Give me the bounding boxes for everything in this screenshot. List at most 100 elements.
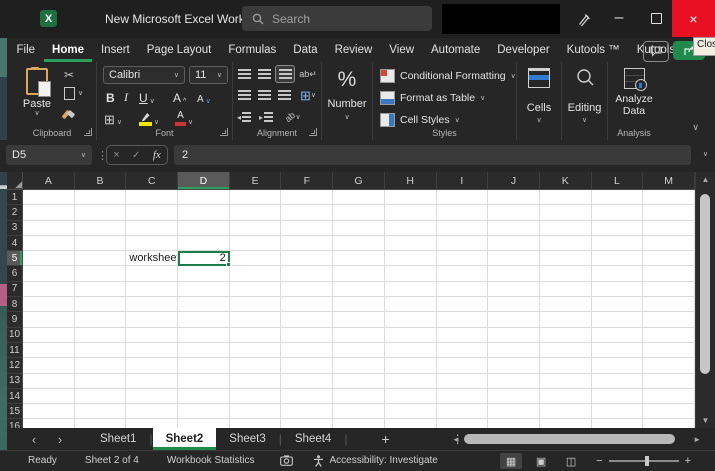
middle-align-button[interactable] [255,66,273,82]
cell-H8[interactable] [385,297,437,312]
cell-C12[interactable] [126,358,178,373]
cell-E12[interactable] [230,358,282,373]
bold-button[interactable]: B [106,89,115,105]
cell-F13[interactable] [281,374,333,389]
horizontal-scrollbar[interactable]: ◄ ► [452,432,701,446]
tab-insert[interactable]: Insert [92,38,138,62]
zoom-slider-thumb[interactable] [645,456,649,466]
enter-icon[interactable]: ✓ [132,150,140,161]
align-left-button[interactable] [235,87,253,103]
center-button[interactable] [255,87,273,103]
cell-A2[interactable] [23,205,75,220]
cell-D12[interactable] [178,358,230,373]
cell-J2[interactable] [488,205,540,220]
cell-M10[interactable] [643,328,695,343]
conditional-formatting-button[interactable]: Conditional Formatting ∨ [380,69,516,83]
column-header-E[interactable]: E [230,172,282,189]
cell-J15[interactable] [488,404,540,419]
row-header-5[interactable]: 5 [7,251,23,266]
cell-L14[interactable] [592,389,644,404]
cell-B8[interactable] [75,297,127,312]
row-header-11[interactable]: 11 [7,343,23,358]
cell-F12[interactable] [281,358,333,373]
cell-H7[interactable] [385,282,437,297]
row-header-4[interactable]: 4 [7,236,23,251]
cell-A1[interactable] [23,190,75,205]
cell-J6[interactable] [488,266,540,281]
cell-L9[interactable] [592,312,644,327]
analyze-data-label[interactable]: Analyze Data [608,93,660,117]
column-header-D[interactable]: D [178,172,230,189]
cell-B9[interactable] [75,312,127,327]
cell-M14[interactable] [643,389,695,404]
cell-I8[interactable] [437,297,489,312]
cell-E15[interactable] [230,404,282,419]
cell-G3[interactable] [333,221,385,236]
name-box[interactable]: D5 ∨ [6,145,92,165]
cell-C2[interactable] [126,205,178,220]
cell-H6[interactable] [385,266,437,281]
cell-E1[interactable] [230,190,282,205]
cell-B3[interactable] [75,221,127,236]
cell-E11[interactable] [230,343,282,358]
cell-E5[interactable] [230,251,282,266]
cell-E6[interactable] [230,266,282,281]
cell-I3[interactable] [437,221,489,236]
zoom-out-button[interactable]: − [596,455,602,467]
cell-G6[interactable] [333,266,385,281]
scroll-right-icon[interactable]: ► [693,435,701,444]
cell-L15[interactable] [592,404,644,419]
cell-H15[interactable] [385,404,437,419]
cell-D4[interactable] [178,236,230,251]
insert-function-icon[interactable]: fx [153,149,161,161]
comments-button[interactable] [643,41,669,62]
cell-G5[interactable] [333,251,385,266]
cell-styles-button[interactable]: Cell Styles ∨ [380,113,460,127]
cell-A8[interactable] [23,297,75,312]
cell-C15[interactable] [126,404,178,419]
cell-H10[interactable] [385,328,437,343]
cell-A15[interactable] [23,404,75,419]
column-header-G[interactable]: G [333,172,385,189]
scroll-left-icon[interactable]: ◄ [452,435,460,444]
cell-I4[interactable] [437,236,489,251]
row-header-14[interactable]: 14 [7,389,23,404]
cell-D5[interactable]: 2 [178,251,230,266]
cell-A16[interactable] [23,419,75,428]
cell-B5[interactable] [75,251,127,266]
maximize-button[interactable] [640,0,672,36]
cell-L13[interactable] [592,374,644,389]
cell-J14[interactable] [488,389,540,404]
cell-B2[interactable] [75,205,127,220]
cell-E4[interactable] [230,236,282,251]
cell-J7[interactable] [488,282,540,297]
cell-I15[interactable] [437,404,489,419]
cell-M1[interactable] [643,190,695,205]
column-header-L[interactable]: L [592,172,644,189]
group-cells[interactable]: Cells ∨ [517,62,562,140]
zoom-in-button[interactable]: + [685,455,691,467]
cell-L8[interactable] [592,297,644,312]
cell-C4[interactable] [126,236,178,251]
cell-M13[interactable] [643,374,695,389]
font-dialog-launcher[interactable] [220,128,228,136]
page-layout-view-button[interactable]: ▣ [530,453,552,469]
cell-K11[interactable] [540,343,592,358]
orientation-button[interactable]: ab ∨ [281,109,305,125]
font-color-button[interactable]: A ∨ [175,110,193,126]
cell-L5[interactable] [592,251,644,266]
cell-C6[interactable] [126,266,178,281]
tab-kutools[interactable]: Kutools ™ [558,38,628,62]
cell-K7[interactable] [540,282,592,297]
tab-data[interactable]: Data [285,38,326,62]
cell-I2[interactable] [437,205,489,220]
cell-E2[interactable] [230,205,282,220]
cell-J16[interactable] [488,419,540,428]
row-header-12[interactable]: 12 [7,358,23,373]
cell-L10[interactable] [592,328,644,343]
sheet-tab-sheet1[interactable]: Sheet1 [87,428,149,450]
cell-D9[interactable] [178,312,230,327]
cell-G9[interactable] [333,312,385,327]
row-header-8[interactable]: 8 [7,297,23,312]
cell-I6[interactable] [437,266,489,281]
